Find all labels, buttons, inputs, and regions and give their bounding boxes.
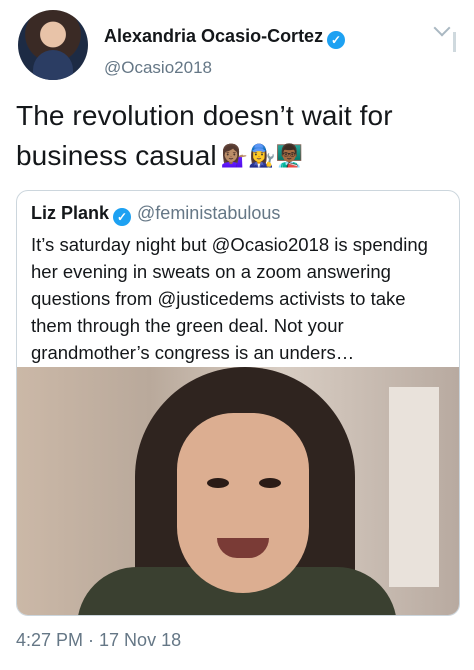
tweet-timestamp[interactable]: 4:27 PM · 17 Nov 18 [16, 630, 181, 651]
emoji-group: 💁🏽‍♀️👩‍🔧👨🏾‍🏫 [220, 143, 304, 168]
scroll-edge [453, 32, 456, 52]
quoted-author-name[interactable]: Liz Plank [31, 203, 109, 223]
quoted-author-handle[interactable]: @feministabulous [137, 203, 280, 223]
author-name-text: Alexandria Ocasio-Cortez [104, 26, 324, 46]
quoted-tweet-card[interactable]: Liz Plank ✓ @feministabulous It’s saturday… [16, 190, 460, 616]
background-door [389, 387, 439, 587]
author-handle[interactable]: @Ocasio2018 [104, 58, 212, 78]
author-name[interactable]: Alexandria Ocasio-Cortez ✓ [104, 26, 346, 49]
quoted-tweet-image[interactable] [17, 367, 459, 615]
verified-badge-icon: ✓ [327, 31, 346, 49]
right-eye [259, 478, 281, 488]
mouth [217, 538, 269, 558]
chevron-down-icon[interactable] [433, 19, 451, 37]
author-avatar[interactable] [18, 10, 88, 80]
tweet-text-content: The revolution doesn’t wait for business… [16, 100, 393, 171]
quoted-tweet-header: Liz Plank ✓ @feministabulous [31, 203, 280, 226]
tweet-header: Alexandria Ocasio-Cortez ✓ @Ocasio2018 [18, 10, 458, 88]
person-face [177, 413, 309, 593]
left-eye [207, 478, 229, 488]
tweet-text: The revolution doesn’t wait for business… [16, 96, 456, 176]
quoted-tweet-text: It’s saturday night but @Ocasio2018 is s… [31, 234, 428, 363]
verified-badge-icon: ✓ [113, 208, 132, 226]
